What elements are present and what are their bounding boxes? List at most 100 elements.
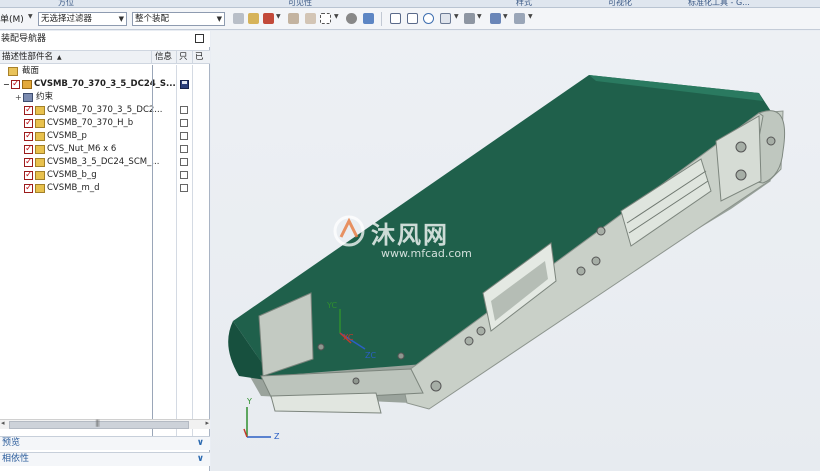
rectangle-select-icon[interactable] bbox=[320, 13, 331, 24]
info-flag[interactable] bbox=[180, 119, 188, 127]
bolt-icon bbox=[591, 256, 601, 266]
view-window-icon[interactable] bbox=[407, 13, 418, 24]
tree-row-part[interactable]: CVSMB_3_5_DC24_SCM_... bbox=[0, 156, 210, 169]
selection-scope-value: 整个装配 bbox=[135, 14, 170, 24]
maximize-icon[interactable] bbox=[195, 34, 204, 43]
visibility-checkbox[interactable] bbox=[24, 117, 33, 130]
type-filter-value: 无选择过滤器 bbox=[41, 14, 93, 24]
column-divider bbox=[152, 65, 153, 445]
ribbon-group-standard-tools[interactable]: 标准化工具 - G... bbox=[688, 0, 750, 7]
curve-rule-icon[interactable] bbox=[305, 13, 316, 24]
assembly-icon bbox=[22, 80, 32, 89]
face-rule-icon[interactable] bbox=[288, 13, 299, 24]
tree-row-root-assembly[interactable]: − CVSMB_70_370_3_5_DC24_S... bbox=[0, 78, 210, 91]
visibility-checkbox[interactable] bbox=[24, 169, 33, 182]
column-header-info[interactable]: 信息 bbox=[153, 51, 177, 64]
bolt-icon bbox=[735, 141, 747, 153]
bolt-icon bbox=[430, 380, 442, 392]
tree-row-part[interactable]: CVSMB_70_370_3_5_DC2... bbox=[0, 104, 210, 117]
menu-dropdown-icon[interactable]: ▼ bbox=[28, 13, 33, 20]
collapse-icon[interactable]: − bbox=[3, 78, 10, 91]
column-header-read-only[interactable]: 只 bbox=[177, 51, 193, 64]
part-icon bbox=[35, 184, 45, 193]
preview-panel-header[interactable]: 预览 ∨ bbox=[0, 436, 210, 450]
part-icon bbox=[35, 171, 45, 180]
column-header-modified[interactable]: 已 bbox=[193, 51, 210, 64]
view-frame-icon[interactable] bbox=[390, 13, 401, 24]
chevron-down-icon[interactable]: ▼ bbox=[477, 13, 482, 20]
tree-row-part[interactable]: CVSMB_p bbox=[0, 130, 210, 143]
menu-button[interactable]: 单(M) bbox=[0, 12, 24, 25]
triad-y-label: Y bbox=[247, 397, 252, 406]
bolt-icon bbox=[464, 336, 474, 346]
grip-icon: ||| bbox=[95, 419, 100, 427]
bottom-plate bbox=[270, 392, 382, 414]
save-status-icon bbox=[180, 80, 189, 89]
layout-icon[interactable] bbox=[440, 13, 451, 24]
navigator-tree: 截面 − CVSMB_70_370_3_5_DC24_S... + 约束 CVS… bbox=[0, 65, 210, 445]
select-all-icon[interactable] bbox=[346, 13, 357, 24]
info-flag[interactable] bbox=[180, 171, 188, 179]
chevron-down-icon[interactable]: ▼ bbox=[334, 13, 339, 20]
visibility-checkbox[interactable] bbox=[24, 156, 33, 169]
filter-icon[interactable] bbox=[263, 13, 274, 24]
chevron-down-icon[interactable]: ▼ bbox=[454, 13, 459, 20]
tree-row-label: CVSMB_p bbox=[47, 131, 87, 141]
selection-scope-select[interactable]: 整个装配 ▼ bbox=[132, 12, 225, 26]
watermark-text: 沐风网 bbox=[371, 221, 449, 249]
chevron-down-icon[interactable]: ▼ bbox=[503, 13, 508, 20]
part-icon bbox=[35, 119, 45, 128]
tree-row-part[interactable]: CVSMB_b_g bbox=[0, 169, 210, 182]
column-header-name[interactable]: 描述性部件名 ▲ bbox=[0, 51, 152, 64]
render-style-icon[interactable] bbox=[464, 13, 475, 24]
tree-row-part[interactable]: CVS_Nut_M6 x 6 bbox=[0, 143, 210, 156]
tree-row-part[interactable]: CVSMB_m_d bbox=[0, 182, 210, 195]
preview-panel-label: 预览 bbox=[2, 438, 21, 448]
info-flag[interactable] bbox=[180, 132, 188, 140]
tree-row-section[interactable]: 截面 bbox=[0, 65, 210, 78]
visibility-checkbox[interactable] bbox=[24, 182, 33, 195]
part-icon bbox=[35, 132, 45, 141]
ribbon-group-orient[interactable]: 方位 bbox=[58, 0, 74, 7]
info-flag[interactable] bbox=[180, 158, 188, 166]
graphics-viewport[interactable]: YC ZC XC Y Z 沐风网 www.mfcad.com bbox=[211, 31, 820, 471]
horizontal-scrollbar[interactable]: ◂ ||| ▸ bbox=[0, 419, 210, 429]
section-folder-icon bbox=[8, 67, 18, 76]
chevron-down-icon[interactable]: ▼ bbox=[528, 13, 533, 20]
type-filter-select[interactable]: 无选择过滤器 ▼ bbox=[38, 12, 127, 26]
chevron-down-icon[interactable]: ▼ bbox=[276, 13, 281, 20]
visibility-checkbox[interactable] bbox=[11, 78, 20, 91]
dependencies-panel-header[interactable]: 相依性 ∨ bbox=[0, 452, 210, 466]
select-feature-icon[interactable] bbox=[248, 13, 259, 24]
visibility-checkbox[interactable] bbox=[24, 143, 33, 156]
info-flag[interactable] bbox=[180, 106, 188, 114]
bolt-icon bbox=[596, 226, 606, 236]
body-select-icon[interactable] bbox=[363, 13, 374, 24]
tree-row-constraints[interactable]: + 约束 bbox=[0, 91, 210, 104]
scroll-right-icon[interactable]: ▸ bbox=[205, 419, 209, 427]
tree-row-label: CVSMB_3_5_DC24_SCM_... bbox=[47, 157, 160, 167]
tree-row-part[interactable]: CVSMB_70_370_H_b bbox=[0, 117, 210, 130]
expand-icon[interactable]: + bbox=[15, 91, 22, 104]
info-flag[interactable] bbox=[180, 145, 188, 153]
bolt-icon bbox=[735, 169, 747, 181]
display-options-icon[interactable] bbox=[514, 13, 525, 24]
ribbon-group-style[interactable]: 样式 bbox=[516, 0, 532, 7]
part-icon bbox=[35, 106, 45, 115]
visibility-checkbox[interactable] bbox=[24, 130, 33, 143]
tree-row-label: CVSMB_70_370_3_5_DC2... bbox=[47, 105, 163, 115]
chevron-down-icon: ▼ bbox=[216, 15, 222, 23]
snap-point-icon[interactable] bbox=[233, 13, 244, 24]
info-flag[interactable] bbox=[180, 184, 188, 192]
ribbon-group-visibility[interactable]: 可见性 bbox=[288, 0, 312, 7]
orient-view-icon[interactable] bbox=[490, 13, 501, 24]
visibility-checkbox[interactable] bbox=[24, 104, 33, 117]
scrollbar-thumb[interactable]: ||| bbox=[9, 419, 189, 429]
dependencies-panel-label: 相依性 bbox=[2, 454, 30, 464]
tree-row-label: CVSMB_m_d bbox=[47, 183, 100, 193]
refresh-icon[interactable] bbox=[423, 13, 434, 24]
ribbon-group-visualization[interactable]: 可视化 bbox=[608, 0, 632, 7]
scroll-left-icon[interactable]: ◂ bbox=[1, 419, 5, 427]
ribbon-group-labels: 方位 可见性 样式 可视化 标准化工具 - G... bbox=[0, 0, 820, 8]
wcs-z-label: ZC bbox=[365, 351, 377, 360]
